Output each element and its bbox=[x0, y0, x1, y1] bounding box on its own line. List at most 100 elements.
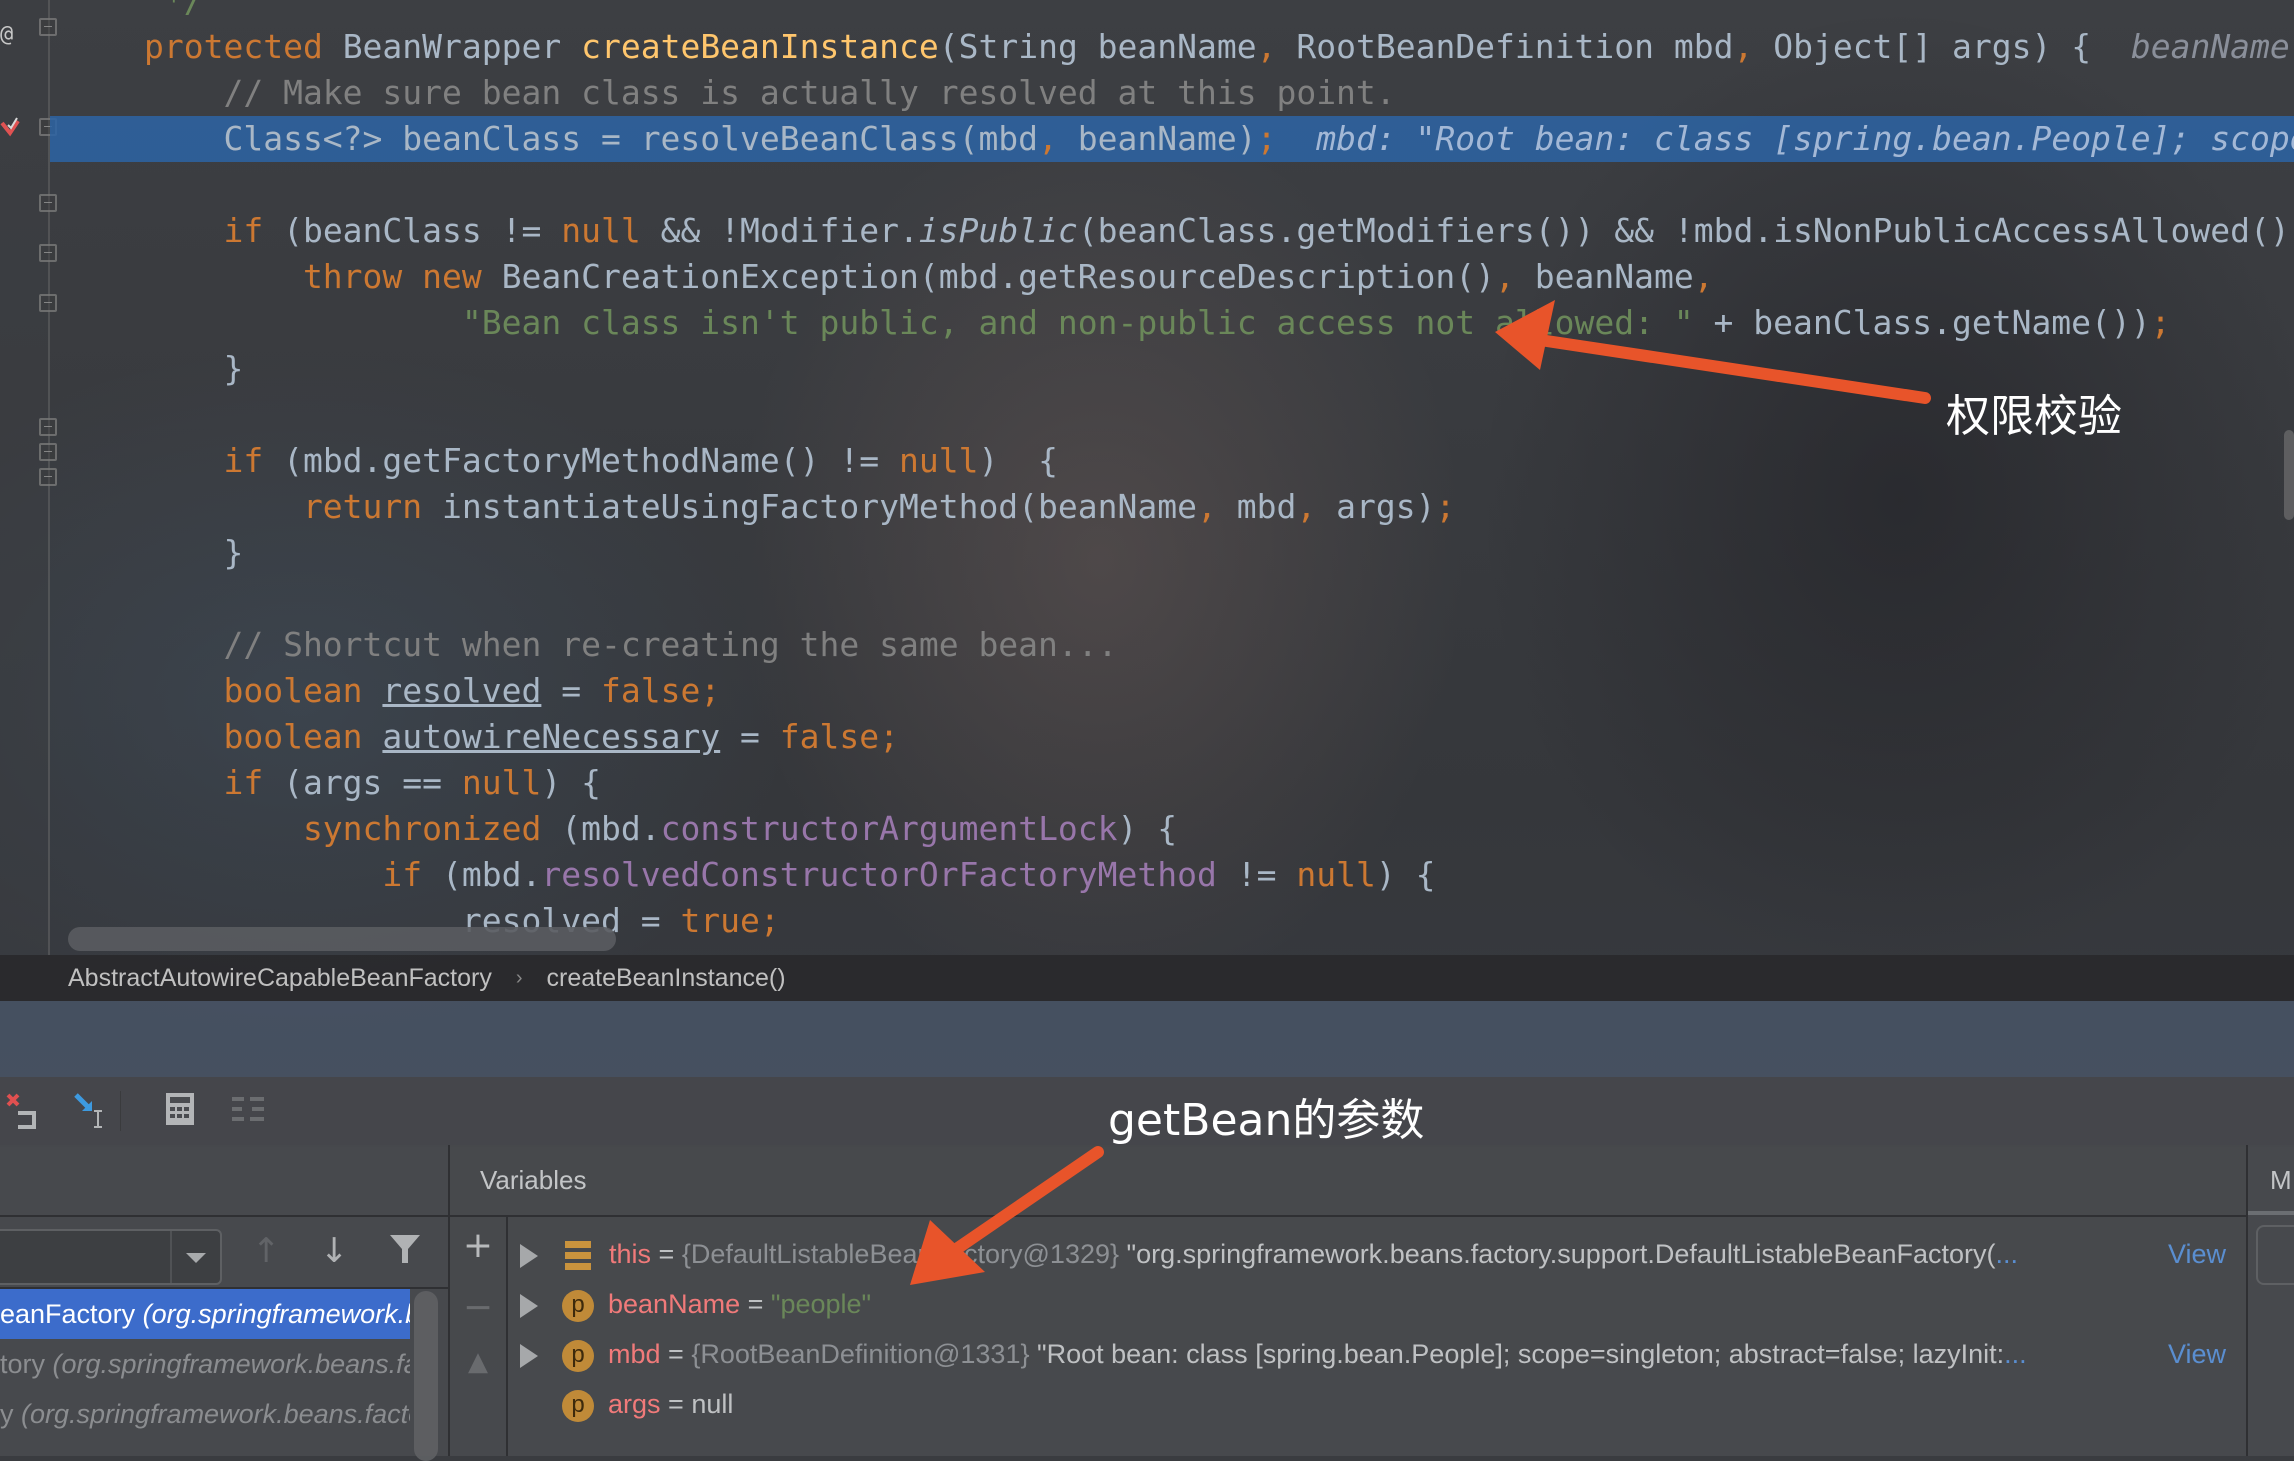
variable-name: beanName bbox=[608, 1289, 741, 1319]
filter-icon[interactable] bbox=[388, 1231, 422, 1274]
move-up-icon[interactable]: ▲ bbox=[462, 1347, 494, 1377]
code-token: autowireNecessary bbox=[382, 717, 721, 756]
breadcrumb-class[interactable]: AbstractAutowireCapableBeanFactory bbox=[68, 964, 492, 993]
frame-item[interactable]: eanFactory (org.springframework.beans.fa… bbox=[0, 1289, 410, 1339]
force-step-into-icon[interactable] bbox=[72, 1091, 112, 1131]
memory-search-input[interactable] bbox=[2256, 1225, 2294, 1285]
code-line-if-args-null[interactable]: if (args == null) { bbox=[50, 760, 2294, 806]
code-token: && !Modifier. bbox=[660, 211, 919, 250]
frames-controls: ↑ ↓ bbox=[0, 1217, 448, 1289]
code-line-resolve-bean-class[interactable]: Class<?> beanClass = resolveBeanClass(mb… bbox=[50, 116, 2294, 162]
code-token: resolved bbox=[382, 671, 542, 710]
code-token: boolean bbox=[144, 717, 383, 756]
variable-row-args[interactable]: p args = null bbox=[510, 1379, 2226, 1429]
code-token: , bbox=[1733, 27, 1774, 66]
value-ellipsis: ... bbox=[1995, 1239, 2019, 1269]
code-token: ) { bbox=[978, 441, 1058, 480]
frames-scrollbar[interactable] bbox=[414, 1291, 438, 1461]
trace-current-stream-icon[interactable] bbox=[228, 1091, 268, 1131]
frame-package: (org.springframework.beans.factory.suppo… bbox=[52, 1349, 410, 1379]
frame-item[interactable]: tory (org.springframework.beans.factory.… bbox=[0, 1339, 410, 1389]
code-token: null bbox=[461, 763, 542, 802]
code-token: ; bbox=[1256, 119, 1317, 158]
code-token: beanName) bbox=[1077, 119, 1257, 158]
chevron-down-icon[interactable] bbox=[170, 1231, 220, 1283]
vertical-scrollbar[interactable] bbox=[2284, 430, 2294, 520]
code-line-if-resolved-ctor[interactable]: if (mbd.resolvedConstructorOrFactoryMeth… bbox=[50, 852, 2294, 898]
code-line-close-2[interactable]: } bbox=[50, 530, 2294, 576]
code-token: false; bbox=[779, 717, 900, 756]
code-token: if bbox=[144, 763, 284, 802]
code-token: = bbox=[720, 717, 780, 756]
variable-row-beanName[interactable]: p beanName = "people" bbox=[510, 1279, 2226, 1329]
code-line-comment-make-sure[interactable]: // Make sure bean class is actually reso… bbox=[50, 70, 2294, 116]
expand-arrow-icon[interactable] bbox=[520, 1243, 538, 1268]
code-token: null bbox=[561, 211, 661, 250]
code-line-bool-resolved[interactable]: boolean resolved = false; bbox=[50, 668, 2294, 714]
code-line-comment-shortcut[interactable]: // Shortcut when re-creating the same be… bbox=[50, 622, 2294, 668]
parameter-icon: p bbox=[562, 1389, 594, 1422]
code-line-synchronized[interactable]: synchronized (mbd.constructorArgumentLoc… bbox=[50, 806, 2294, 852]
code-line-throw-line[interactable]: throw new BeanCreationException(mbd.getR… bbox=[50, 254, 2294, 300]
code-line-bool-autowire[interactable]: boolean autowireNecessary = false; bbox=[50, 714, 2294, 760]
code-token: Class<?> beanClass = resolveBeanClass(mb… bbox=[144, 119, 1039, 158]
variable-name: mbd bbox=[608, 1339, 661, 1369]
variable-value: null bbox=[691, 1389, 734, 1419]
expand-arrow-icon[interactable] bbox=[520, 1293, 538, 1318]
variable-row-mbd[interactable]: p mbd = {RootBeanDefinition@1331} "Root b… bbox=[510, 1329, 2226, 1379]
code-token: args) bbox=[1336, 487, 1436, 526]
code-line-error-message[interactable]: "Bean class isn't public, and non-public… bbox=[50, 300, 2294, 346]
code-token: "Bean class isn't public, and non-public… bbox=[144, 303, 1694, 342]
code-token: (mbd. bbox=[561, 809, 661, 848]
code-line-method-signature[interactable]: protected BeanWrapper createBeanInstance… bbox=[50, 24, 2294, 70]
parameter-icon: p bbox=[562, 1289, 594, 1322]
code-token: constructorArgumentLock bbox=[660, 809, 1118, 848]
code-editor[interactable]: @ */ protected BeanWrapper createBeanInst… bbox=[0, 0, 2294, 955]
view-link[interactable]: View bbox=[2168, 1229, 2226, 1279]
code-token: BeanWrapper bbox=[342, 27, 582, 66]
code-token: = bbox=[541, 671, 601, 710]
code-token: , bbox=[1495, 257, 1535, 296]
horizontal-scrollbar[interactable] bbox=[68, 927, 616, 951]
code-area[interactable]: */ protected BeanWrapper createBeanInstan… bbox=[50, 0, 2294, 940]
code-line-blank-3[interactable] bbox=[50, 576, 2294, 622]
code-line-comment-end[interactable]: */ bbox=[50, 0, 2294, 24]
thread-selector[interactable] bbox=[0, 1229, 222, 1285]
breadcrumb: AbstractAutowireCapableBeanFactory › cre… bbox=[0, 955, 2294, 1001]
variables-header: Variables bbox=[450, 1145, 2246, 1217]
panel-divider[interactable] bbox=[0, 1001, 2294, 1077]
code-token: synchronized bbox=[144, 809, 562, 848]
code-token: , bbox=[1038, 119, 1078, 158]
code-line-if-factory-method[interactable]: if (mbd.getFactoryMethodName() != null) … bbox=[50, 438, 2294, 484]
view-link[interactable]: View bbox=[2168, 1329, 2226, 1379]
frame-method: tory bbox=[0, 1349, 46, 1379]
code-token: true; bbox=[680, 901, 780, 940]
add-watch-icon[interactable]: + bbox=[462, 1225, 494, 1266]
frame-item[interactable]: y (org.springframework.beans.factory.sup… bbox=[0, 1389, 410, 1439]
code-token: RootBeanDefinition mbd bbox=[1296, 27, 1734, 66]
arrow-up-icon[interactable]: ↑ bbox=[252, 1231, 281, 1271]
equals-sign: = bbox=[651, 1239, 682, 1269]
arrow-down-icon[interactable]: ↓ bbox=[320, 1231, 349, 1271]
breakpoint-hit-icon[interactable] bbox=[0, 115, 20, 137]
breadcrumb-method[interactable]: createBeanInstance() bbox=[547, 964, 786, 993]
code-line-if-public-check[interactable]: if (beanClass != null && !Modifier.isPub… bbox=[50, 208, 2294, 254]
code-token: return bbox=[144, 487, 443, 526]
code-token: instantiateUsingFactoryMethod(beanName bbox=[442, 487, 1197, 526]
code-line-return-factory[interactable]: return instantiateUsingFactoryMethod(bea… bbox=[50, 484, 2294, 530]
evaluate-expression-icon[interactable] bbox=[160, 1091, 200, 1131]
variable-value: "Root bean: class [spring.bean.People]; … bbox=[1029, 1339, 2005, 1369]
code-line-blank-1[interactable] bbox=[50, 162, 2294, 208]
code-token: false; bbox=[600, 671, 721, 710]
variable-row-this[interactable]: this = {DefaultListableBeanFactory@1329}… bbox=[510, 1229, 2226, 1279]
code-token: ; bbox=[2150, 303, 2171, 342]
code-token: (mbd. bbox=[442, 855, 542, 894]
variable-name: this bbox=[609, 1239, 652, 1269]
code-token: } bbox=[144, 349, 244, 388]
frame-list[interactable]: eanFactory (org.springframework.beans.fa… bbox=[0, 1289, 448, 1439]
expand-arrow-icon[interactable] bbox=[520, 1343, 538, 1368]
drop-frame-icon[interactable] bbox=[4, 1091, 44, 1131]
expand-arrow-icon bbox=[520, 1394, 538, 1418]
frames-header bbox=[0, 1145, 448, 1217]
remove-watch-icon[interactable]: − bbox=[462, 1287, 494, 1328]
